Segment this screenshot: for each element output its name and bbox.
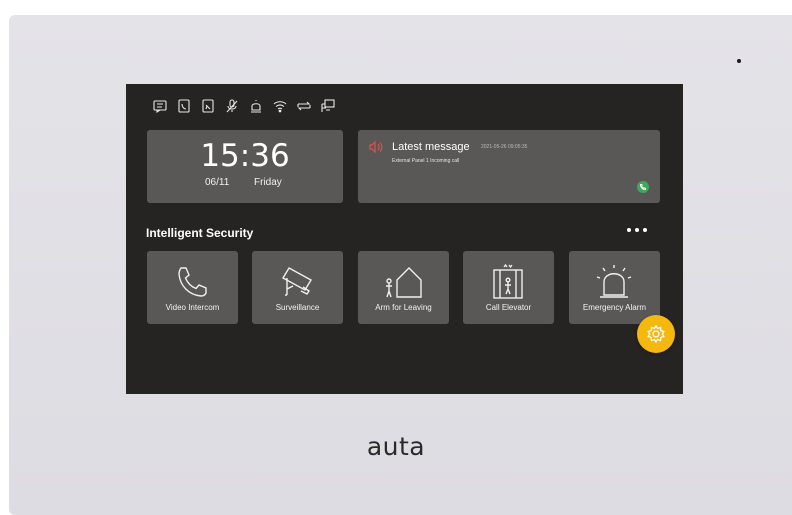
wifi-icon	[273, 101, 287, 113]
call-back-button[interactable]	[637, 181, 649, 193]
tile-label: Call Elevator	[485, 303, 532, 312]
tile-label: Arm for Leaving	[375, 303, 432, 312]
mute-icon	[226, 99, 238, 113]
tile-call-elevator[interactable]: Call Elevator	[463, 251, 554, 324]
tile-surveillance[interactable]: Surveillance	[252, 251, 343, 324]
message-icon	[153, 100, 167, 114]
camera-icon	[282, 267, 312, 296]
tile-label: Surveillance	[275, 303, 320, 312]
brand-logo: auta	[366, 432, 426, 461]
tile-video-intercom[interactable]: Video Intercom	[147, 251, 238, 324]
message-timestamp: 2021-05-26 09:05:35	[481, 144, 528, 150]
tile-emergency-alarm[interactable]: Emergency Alarm	[569, 251, 660, 324]
message-title: Latest message	[392, 141, 470, 153]
tile-label: Emergency Alarm	[582, 303, 647, 312]
call-log-icon	[178, 99, 190, 113]
dot-icon	[643, 228, 647, 232]
missed-call-icon	[202, 99, 214, 113]
clock-date: 06/11	[205, 177, 230, 188]
speaker-alert-icon	[369, 140, 383, 154]
transfer-icon	[297, 101, 311, 111]
clock-day: Friday	[254, 177, 282, 188]
more-options-button[interactable]	[627, 224, 653, 236]
settings-button[interactable]	[637, 315, 675, 353]
message-body: External Panel 1 Incoming call	[392, 158, 460, 164]
touch-screen: 15:36 06/11 Friday Latest message 2021-0…	[126, 84, 683, 394]
section-title: Intelligent Security	[146, 226, 254, 240]
clock-time: 15:36	[200, 138, 290, 174]
clock-card[interactable]: 15:36 06/11 Friday	[147, 130, 343, 203]
elevator-icon	[493, 264, 523, 299]
network-icon	[321, 99, 335, 112]
status-bar	[152, 98, 336, 114]
tile-label: Video Intercom	[165, 303, 220, 312]
sensor-dot	[737, 59, 741, 63]
siren-icon	[596, 265, 632, 298]
gear-icon	[647, 324, 665, 344]
dot-icon	[627, 228, 631, 232]
tile-arm-for-leaving[interactable]: Arm for Leaving	[358, 251, 449, 324]
arm-home-icon	[386, 267, 422, 298]
alarm-icon	[251, 100, 261, 113]
latest-message-card[interactable]: Latest message 2021-05-26 09:05:35 Exter…	[358, 130, 660, 203]
phone-icon	[178, 267, 207, 297]
dot-icon	[635, 228, 639, 232]
phone-small-icon	[639, 184, 646, 191]
